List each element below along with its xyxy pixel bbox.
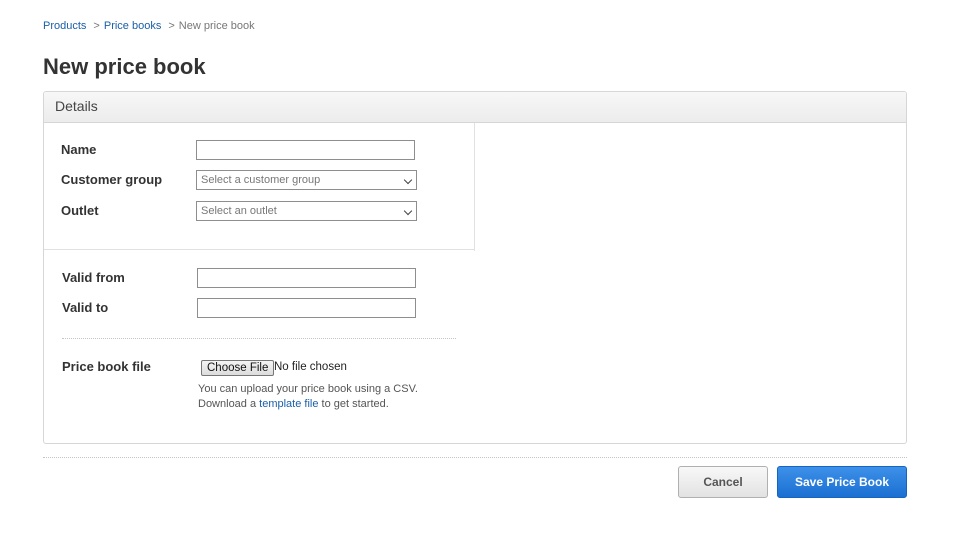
outlet-label: Outlet	[61, 203, 99, 218]
outlet-placeholder: Select an outlet	[201, 205, 277, 217]
chevron-down-icon	[403, 206, 413, 216]
customer-group-select[interactable]: Select a customer group	[196, 170, 417, 190]
choose-file-button[interactable]: Choose File	[201, 360, 275, 376]
chevron-down-icon	[403, 175, 413, 185]
form-divider	[62, 338, 456, 339]
upload-help-text: You can upload your price book using a C…	[198, 383, 418, 395]
valid-to-input[interactable]	[197, 298, 416, 318]
template-file-link[interactable]: template file	[259, 398, 318, 410]
customer-group-placeholder: Select a customer group	[201, 174, 321, 186]
price-book-file-label: Price book file	[62, 359, 151, 374]
breadcrumb-current: New price book	[178, 20, 255, 32]
panel-column-divider	[474, 123, 475, 251]
outlet-select[interactable]: Select an outlet	[196, 201, 417, 221]
valid-from-input[interactable]	[197, 268, 416, 288]
valid-to-label: Valid to	[62, 300, 109, 315]
template-help-prefix: Download a	[198, 398, 260, 410]
valid-from-label: Valid from	[62, 270, 125, 285]
breadcrumb-separator: >	[168, 20, 175, 32]
cancel-button[interactable]: Cancel	[678, 466, 768, 498]
footer-divider	[43, 457, 907, 458]
details-panel-header: Details	[44, 92, 906, 123]
name-label: Name	[61, 142, 97, 157]
details-panel: Details Name Customer group Select a cus…	[43, 91, 907, 444]
page-title: New price book	[43, 54, 206, 79]
template-help-suffix: to get started.	[318, 398, 389, 410]
name-input[interactable]	[196, 140, 415, 160]
save-price-book-button[interactable]: Save Price Book	[777, 466, 907, 498]
breadcrumb-products-link[interactable]: Products	[43, 20, 86, 32]
customer-group-label: Customer group	[61, 172, 163, 187]
breadcrumb-separator: >	[93, 20, 100, 32]
breadcrumb: Products > Price books > New price book	[43, 20, 255, 32]
template-help-text: Download a template file to get started.	[198, 398, 389, 410]
breadcrumb-price-books-link[interactable]: Price books	[104, 20, 161, 32]
file-status-text: No file chosen	[274, 361, 347, 373]
panel-section-divider	[44, 249, 475, 250]
